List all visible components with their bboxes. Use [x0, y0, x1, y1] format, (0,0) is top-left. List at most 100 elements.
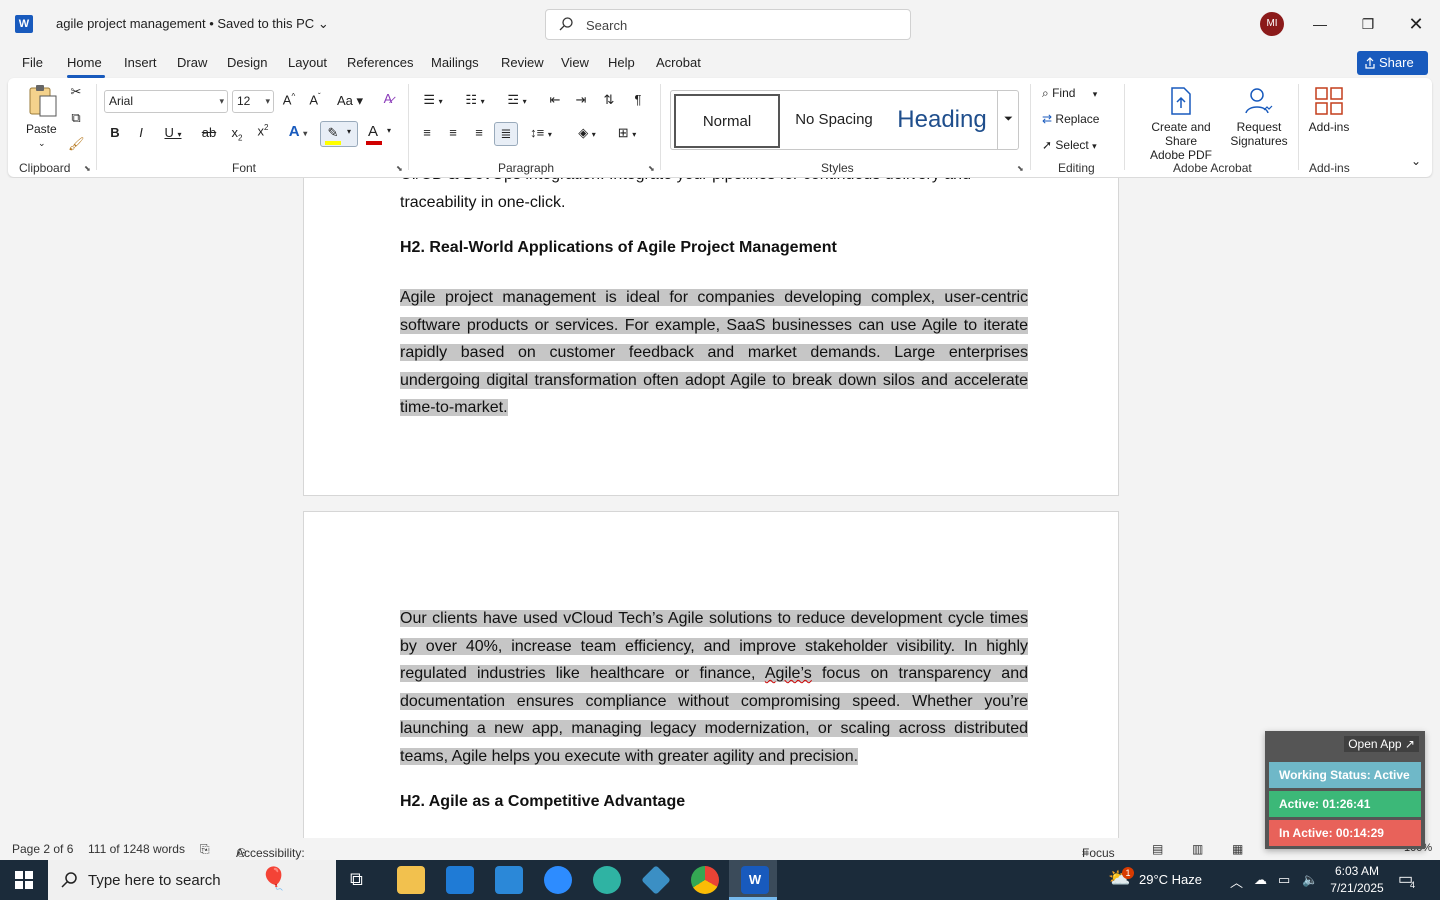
tab-layout[interactable]: Layout	[288, 55, 327, 70]
document-title[interactable]: agile project management • Saved to this…	[56, 16, 329, 32]
tab-home[interactable]: Home	[67, 55, 102, 70]
copy-icon[interactable]: ⧉	[68, 110, 84, 126]
mail-icon[interactable]	[495, 866, 523, 894]
font-size-select[interactable]: 12 ▾	[232, 90, 274, 113]
minimize-icon[interactable]: —	[1308, 12, 1332, 36]
tab-help[interactable]: Help	[608, 55, 635, 70]
tab-review[interactable]: Review	[501, 55, 544, 70]
file-explorer-icon[interactable]	[397, 866, 425, 894]
active-time-badge: Active: 01:26:41	[1269, 791, 1421, 817]
paragraph-clients[interactable]: Our clients have used vCloud Tech’s Agil…	[400, 605, 1028, 770]
align-center-icon[interactable]: ≡	[444, 125, 462, 140]
chevron-up-icon[interactable]: ︿	[1230, 872, 1243, 891]
search-input[interactable]: Search	[545, 9, 911, 40]
volume-icon[interactable]: 🔈	[1302, 872, 1318, 888]
select-button[interactable]: ➚ Select ▾	[1042, 138, 1097, 152]
misspelled-word[interactable]: Agile’s	[764, 665, 812, 682]
word-count[interactable]: 111 of 1248 words	[88, 842, 185, 856]
tab-acrobat[interactable]: Acrobat	[656, 55, 701, 70]
tab-file[interactable]: File	[22, 55, 43, 70]
shrink-font-icon[interactable]: Aˇ	[306, 92, 324, 107]
taskbar-search-input[interactable]: Type here to search 🎈	[48, 860, 336, 900]
bold-icon[interactable]: B	[108, 125, 122, 140]
superscript-icon[interactable]: x2	[254, 123, 272, 138]
onedrive-icon[interactable]: ☁	[1254, 872, 1267, 888]
microsoft-store-icon[interactable]	[446, 866, 474, 894]
paste-button[interactable]: Paste ⌄	[24, 84, 60, 154]
word-taskbar-button[interactable]: W	[729, 860, 777, 900]
start-button[interactable]	[0, 860, 48, 900]
tab-draw[interactable]: Draw	[177, 55, 207, 70]
shading-icon[interactable]: ◈ ▾	[572, 125, 602, 141]
justify-icon[interactable]: ≣	[494, 122, 518, 146]
dialog-launcher-icon[interactable]: ⬊	[1017, 164, 1026, 173]
highlight-color-button[interactable]: ✎ ▾	[320, 121, 358, 147]
read-mode-icon[interactable]: ▤	[1152, 842, 1163, 856]
restore-icon[interactable]: ❐	[1356, 12, 1380, 36]
heading-real-world[interactable]: H2. Real-World Applications of Agile Pro…	[400, 239, 837, 257]
font-family-select[interactable]: Arial ▾	[104, 90, 228, 113]
dialog-launcher-icon[interactable]: ⬊	[84, 164, 93, 173]
print-layout-icon[interactable]: ▥	[1192, 842, 1203, 856]
weather-text[interactable]: 29°C Haze	[1139, 872, 1202, 887]
chrome-icon[interactable]	[691, 866, 719, 894]
find-button[interactable]: ⌕ Find ▾	[1042, 86, 1097, 101]
edge-icon[interactable]	[593, 866, 621, 894]
styles-more-icon[interactable]: ⏷	[997, 91, 1019, 149]
open-app-button[interactable]: Open App ↗	[1344, 736, 1419, 752]
collapse-ribbon-icon[interactable]: ⌄	[1408, 154, 1424, 168]
line-spacing-icon[interactable]: ↕≡ ▾	[526, 125, 556, 140]
show-formatting-icon[interactable]: ¶	[630, 92, 646, 107]
italic-icon[interactable]: I	[134, 125, 148, 140]
tab-insert[interactable]: Insert	[124, 55, 157, 70]
text-effects-icon[interactable]: A ▾	[282, 123, 314, 140]
decrease-indent-icon[interactable]: ⇤	[546, 92, 564, 108]
format-painter-icon[interactable]: 🖌	[68, 136, 85, 152]
share-button[interactable]: Share	[1357, 51, 1428, 75]
page-count[interactable]: Page 2 of 6	[12, 842, 73, 856]
heading-competitive-advantage[interactable]: H2. Agile as a Competitive Advantage	[400, 793, 685, 811]
chevron-down-icon[interactable]: ⌄	[38, 138, 46, 149]
chevron-down-icon[interactable]: ⌄	[318, 16, 329, 31]
tab-references[interactable]: References	[347, 55, 413, 70]
clear-formatting-icon[interactable]: A̷	[378, 91, 398, 106]
change-case-button[interactable]: Aa ▾	[334, 93, 366, 109]
web-layout-icon[interactable]: ▦	[1232, 842, 1243, 856]
tab-design[interactable]: Design	[227, 55, 267, 70]
app-diamond-icon[interactable]	[641, 865, 671, 895]
avatar[interactable]: MI	[1260, 12, 1284, 36]
style-normal[interactable]: Normal	[674, 94, 780, 148]
create-adobe-pdf-button[interactable]: Create and Share Adobe PDF	[1134, 84, 1228, 162]
partial-paragraph[interactable]: CI/CD & DevOps integration: Integrate yo…	[400, 178, 1028, 216]
numbering-icon[interactable]: ☷ ▾	[460, 92, 490, 108]
multilevel-list-icon[interactable]: ☲ ▾	[502, 92, 532, 108]
underline-icon[interactable]: U ▾	[160, 125, 186, 140]
dialog-launcher-icon[interactable]: ⬊	[648, 164, 657, 173]
task-view-icon[interactable]: ⧉	[350, 869, 363, 890]
replace-button[interactable]: ⇄ Replace	[1042, 112, 1099, 126]
paragraph-real-world[interactable]: Agile project management is ideal for co…	[400, 284, 1028, 422]
bullets-icon[interactable]: ☰ ▾	[418, 92, 448, 108]
increase-indent-icon[interactable]: ⇥	[572, 92, 590, 108]
dialog-launcher-icon[interactable]: ⬊	[396, 164, 405, 173]
add-ins-button[interactable]: Add-ins	[1306, 84, 1352, 154]
close-icon[interactable]: ✕	[1404, 12, 1428, 36]
strikethrough-icon[interactable]: ab	[200, 125, 218, 140]
borders-icon[interactable]: ⊞ ▾	[612, 125, 642, 141]
align-right-icon[interactable]: ≡	[470, 125, 488, 140]
request-signatures-button[interactable]: Request Signatures	[1228, 84, 1290, 154]
sort-icon[interactable]: ⇅	[600, 92, 618, 108]
tab-view[interactable]: View	[561, 55, 589, 70]
proofing-icon[interactable]: ⎘	[200, 842, 210, 857]
style-no-spacing[interactable]: No Spacing	[782, 94, 886, 148]
tab-mailings[interactable]: Mailings	[431, 55, 479, 70]
subscript-icon[interactable]: x2	[228, 125, 246, 143]
clock[interactable]: 6:03 AM 7/21/2025	[1328, 863, 1386, 897]
zoom-icon[interactable]	[544, 866, 572, 894]
grow-font-icon[interactable]: A^	[280, 92, 298, 107]
network-icon[interactable]: ▭	[1278, 872, 1290, 888]
font-color-button[interactable]: A ▾	[364, 123, 396, 147]
style-heading[interactable]: Heading	[888, 94, 996, 148]
cut-icon[interactable]: ✂	[68, 84, 84, 100]
align-left-icon[interactable]: ≡	[418, 125, 436, 140]
